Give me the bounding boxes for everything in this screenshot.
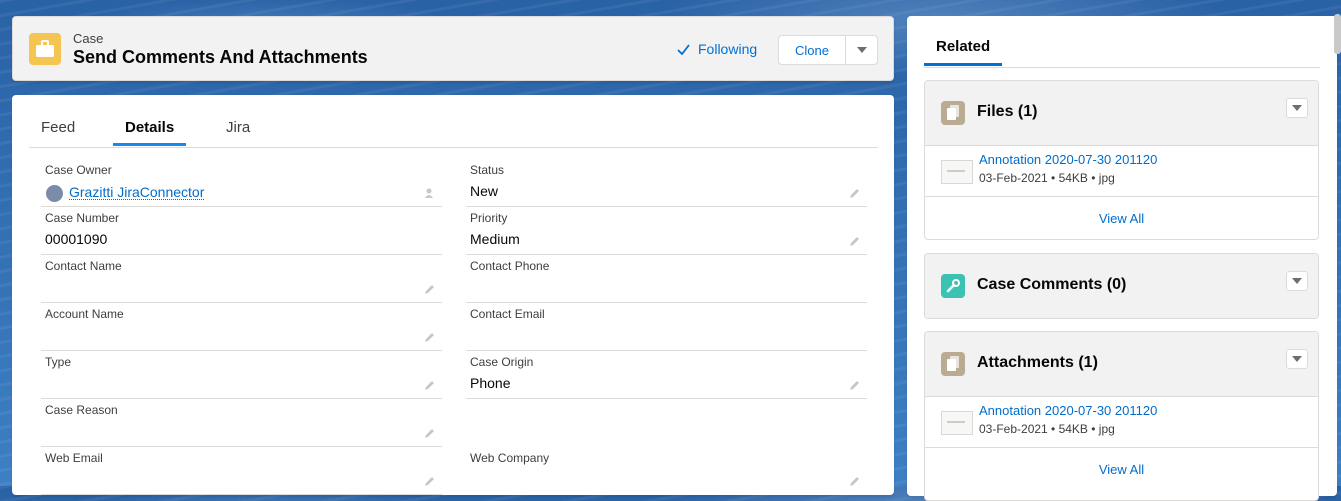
field-label: Web Email [45, 451, 103, 465]
field-label: Account Name [45, 307, 124, 321]
following-label: Following [698, 41, 758, 57]
attachments-card: Attachments (1) Annotation 2020-07-30 20… [924, 331, 1319, 501]
pencil-icon[interactable] [424, 283, 436, 295]
attachments-title[interactable]: Attachments (1) [977, 354, 1098, 372]
case-owner-link[interactable]: Grazitti JiraConnector [69, 185, 205, 200]
record-tabs: Feed Details Jira [29, 95, 878, 148]
field-account-name: Account Name [41, 303, 442, 351]
pencil-icon[interactable] [424, 379, 436, 391]
change-owner-icon[interactable] [424, 187, 436, 199]
field-value: Phone [470, 375, 511, 391]
avatar [46, 185, 63, 202]
case-comments-header: Case Comments (0) [925, 254, 1318, 318]
field-contact-phone: Contact Phone [466, 255, 867, 303]
wrench-icon [941, 274, 965, 298]
object-label: Case [73, 31, 104, 46]
file-meta: 03-Feb-2021 • 54KB • jpg [979, 171, 1115, 185]
field-label: Contact Email [470, 307, 545, 321]
page-title: Send Comments And Attachments [73, 47, 368, 67]
action-button-group: Clone [778, 35, 878, 65]
file-thumbnail[interactable] [941, 411, 973, 435]
file-link[interactable]: Annotation 2020-07-30 201120 [979, 152, 1157, 167]
field-contact-email: Contact Email [466, 303, 867, 351]
field-case-number: Case Number 00001090 [41, 207, 442, 255]
tab-related[interactable]: Related [924, 38, 1003, 66]
field-label: Priority [470, 211, 508, 225]
pencil-icon[interactable] [424, 331, 436, 343]
field-label: Status [470, 163, 505, 177]
attachments-menu-button[interactable] [1286, 349, 1308, 369]
list-item: Annotation 2020-07-30 201120 03-Feb-2021… [925, 397, 1318, 448]
files-view-all-link[interactable]: View All [925, 197, 1318, 239]
case-comments-card: Case Comments (0) [924, 253, 1319, 319]
tab-feed[interactable]: Feed [29, 119, 87, 146]
field-status: Status New [466, 159, 867, 207]
attachment-link[interactable]: Annotation 2020-07-30 201120 [979, 403, 1157, 418]
field-label: Contact Phone [470, 259, 550, 273]
files-card: Files (1) Annotation 2020-07-30 201120 0… [924, 80, 1319, 240]
field-web-email: Web Email [41, 447, 442, 495]
related-tabs: Related [924, 16, 1320, 68]
pencil-icon[interactable] [849, 475, 861, 487]
attachments-icon [941, 352, 965, 376]
field-label: Case Owner [45, 163, 112, 177]
field-value: Medium [470, 231, 520, 247]
field-label: Contact Name [45, 259, 122, 273]
list-item: Annotation 2020-07-30 201120 03-Feb-2021… [925, 146, 1318, 197]
field-priority: Priority Medium [466, 207, 867, 255]
field-contact-name: Contact Name [41, 255, 442, 303]
field-case-origin: Case Origin Phone [466, 351, 867, 399]
field-label: Web Company [470, 451, 550, 465]
files-menu-button[interactable] [1286, 98, 1308, 118]
field-label: Case Number [45, 211, 120, 225]
field-web-company: Web Company [466, 447, 867, 495]
attachments-header: Attachments (1) [925, 332, 1318, 397]
chevron-down-icon [1292, 105, 1302, 111]
attachments-view-all-link[interactable]: View All [925, 448, 1318, 490]
field-type: Type [41, 351, 442, 399]
pencil-icon[interactable] [849, 187, 861, 199]
field-value: New [470, 183, 499, 199]
field-label: Case Reason [45, 403, 118, 417]
check-icon [677, 43, 690, 55]
field-case-reason: Case Reason [41, 399, 442, 447]
pencil-icon[interactable] [849, 379, 861, 391]
field-value: 00001090 [45, 231, 108, 247]
pencil-icon[interactable] [424, 427, 436, 439]
attachment-meta: 03-Feb-2021 • 54KB • jpg [979, 422, 1115, 436]
details-card: Feed Details Jira Case Owner Grazitti Ji… [12, 95, 894, 495]
pencil-icon[interactable] [849, 235, 861, 247]
field-label: Case Origin [470, 355, 534, 369]
case-icon [29, 33, 61, 65]
clone-button[interactable]: Clone [778, 35, 846, 65]
file-thumbnail[interactable] [941, 160, 973, 184]
tab-jira[interactable]: Jira [214, 119, 262, 146]
files-icon [941, 101, 965, 125]
case-comments-title[interactable]: Case Comments (0) [977, 276, 1126, 294]
chevron-down-icon [1292, 356, 1302, 362]
chevron-down-icon [856, 47, 867, 53]
files-title[interactable]: Files (1) [977, 103, 1037, 121]
pencil-icon[interactable] [424, 475, 436, 487]
following-button[interactable]: Following [677, 41, 757, 57]
case-comments-menu-button[interactable] [1286, 271, 1308, 291]
chevron-down-icon [1292, 278, 1302, 284]
page-scrollbar[interactable] [1334, 14, 1341, 54]
files-card-header: Files (1) [925, 81, 1318, 146]
field-case-owner: Case Owner Grazitti JiraConnector [41, 159, 442, 207]
tab-details[interactable]: Details [113, 119, 187, 146]
record-header: Case Send Comments And Attachments Follo… [12, 16, 894, 81]
more-actions-button[interactable] [846, 35, 878, 65]
related-panel: Related Files (1) Annotation 2020-07-30 … [907, 16, 1337, 501]
field-label: Type [45, 355, 72, 369]
